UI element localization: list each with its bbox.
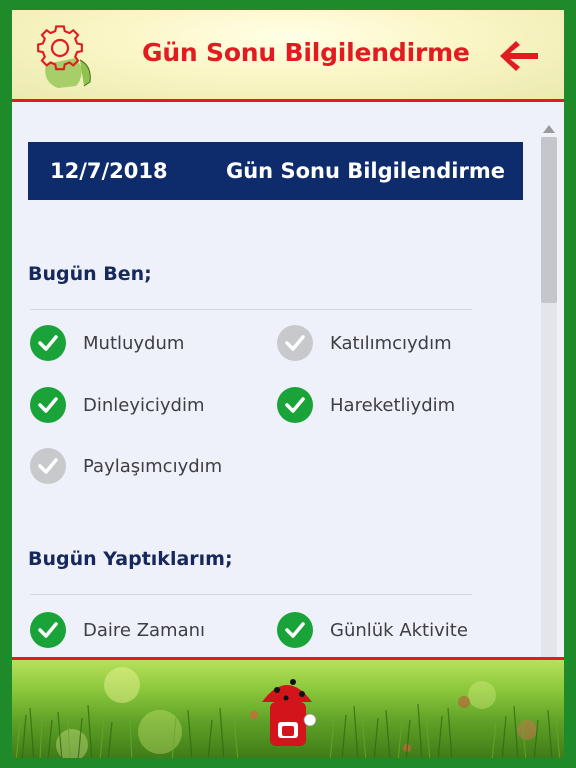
check-item-label: Dinleyiciydim	[83, 394, 205, 416]
check-icon	[30, 325, 66, 361]
check-icon	[277, 325, 313, 361]
grass-illustration	[15, 667, 561, 758]
header: Gün Sonu Bilgilendirme	[12, 10, 564, 102]
section-title-activities: Bugün Yaptıklarım;	[28, 548, 233, 570]
check-item-label: Daire Zamanı	[83, 619, 206, 641]
check-icon	[30, 387, 66, 423]
check-item-daire-zamani[interactable]: Daire Zamanı	[30, 612, 205, 648]
check-item-katilimciydim[interactable]: Katılımcıydım	[277, 325, 452, 361]
page-title: Gün Sonu Bilgilendirme	[142, 38, 470, 67]
check-item-mutluydum[interactable]: Mutluydum	[30, 325, 184, 361]
banner-title: Gün Sonu Bilgilendirme	[226, 159, 505, 183]
check-item-hareketliydim[interactable]: Hareketliydim	[277, 387, 455, 423]
check-icon	[277, 387, 313, 423]
app-frame: Gün Sonu Bilgilendirme 12/7/2018 Gün Son…	[12, 10, 564, 758]
ladybug-house-illustration	[262, 679, 317, 746]
content-area: 12/7/2018 Gün Sonu Bilgilendirme Bugün B…	[12, 105, 564, 658]
scrollbar[interactable]	[539, 125, 559, 658]
check-item-label: Hareketliydim	[330, 394, 456, 416]
check-item-paylasimciydim[interactable]: Paylaşımcıydım	[30, 448, 222, 484]
check-icon	[277, 612, 313, 648]
check-icon	[30, 448, 66, 484]
section-title-today-me: Bugün Ben;	[28, 263, 152, 285]
banner-date: 12/7/2018	[50, 159, 168, 183]
grass-footer	[12, 657, 564, 758]
check-item-label: Paylaşımcıydım	[83, 455, 223, 477]
check-item-dinleyiciydim[interactable]: Dinleyiciydim	[30, 387, 205, 423]
divider	[30, 309, 472, 310]
check-icon	[30, 612, 66, 648]
check-item-label: Mutluydum	[83, 332, 185, 354]
gear-icon[interactable]	[32, 24, 96, 90]
check-item-label: Katılımcıydım	[330, 332, 452, 354]
check-item-label: Günlük Aktivite	[330, 619, 468, 641]
scroll-thumb[interactable]	[541, 137, 557, 303]
divider	[30, 594, 472, 595]
check-item-gunluk-aktivite[interactable]: Günlük Aktivite	[277, 612, 468, 648]
date-banner: 12/7/2018 Gün Sonu Bilgilendirme	[28, 142, 523, 200]
scroll-up-icon[interactable]	[543, 125, 555, 133]
arrow-left-icon[interactable]	[498, 38, 540, 74]
